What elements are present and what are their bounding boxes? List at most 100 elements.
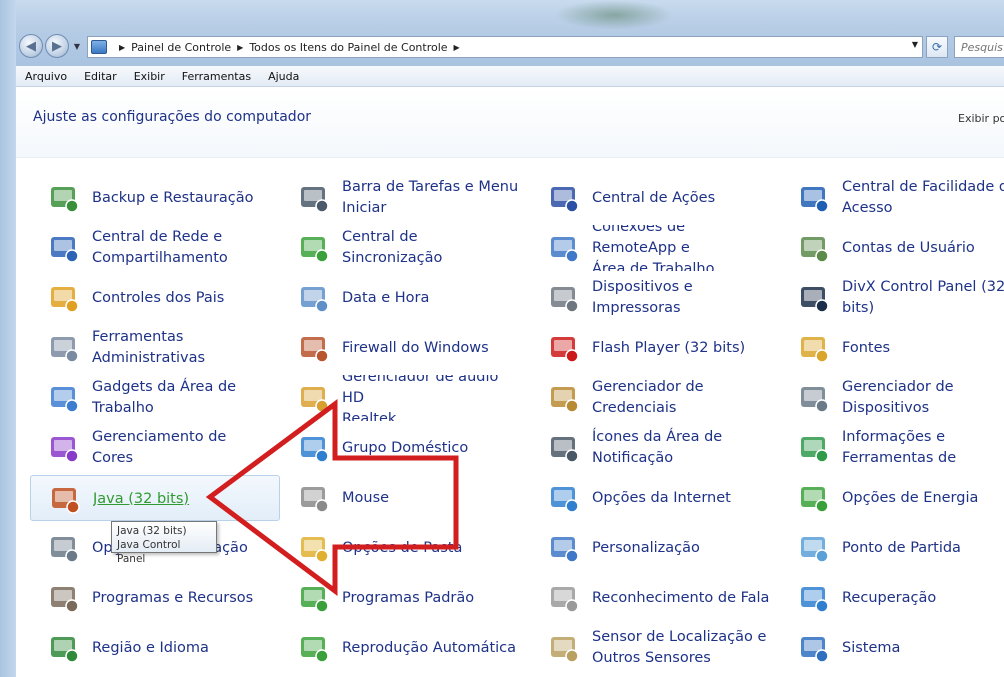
tooltip-description: Java Control Panel bbox=[117, 539, 181, 565]
chevron-right-icon[interactable]: ▶ bbox=[237, 43, 243, 52]
back-button[interactable]: ◀ bbox=[19, 34, 43, 58]
cp-item-default-programs[interactable]: Programas Padrão bbox=[280, 575, 530, 621]
cp-item-parental-controls[interactable]: Controles dos Pais bbox=[30, 275, 280, 321]
arrow-right-icon: ▶ bbox=[52, 38, 62, 54]
menu-arquivo[interactable]: Arquivo bbox=[16, 70, 75, 83]
breadcrumb-control-panel[interactable]: Painel de Controle bbox=[131, 41, 231, 54]
cp-item-label: Ícones da Área de Notificação bbox=[592, 425, 772, 471]
cp-item-gadgets[interactable]: Gadgets da Área de Trabalho bbox=[30, 375, 280, 421]
cp-item-date-time[interactable]: Data e Hora bbox=[280, 275, 530, 321]
cp-item-label: Controles dos Pais bbox=[92, 275, 272, 321]
cp-item-label-line: Trabalho bbox=[92, 400, 154, 416]
cp-item-label-line: Região e Idioma bbox=[92, 639, 209, 656]
menu-exibir[interactable]: Exibir bbox=[125, 70, 173, 83]
address-dropdown-icon[interactable]: ▼ bbox=[912, 40, 918, 49]
programs-icon bbox=[48, 582, 80, 614]
cp-item-folder-options[interactable]: Opções de Pasta bbox=[280, 525, 530, 571]
refresh-button[interactable]: ⟳ bbox=[926, 36, 948, 58]
cp-item-speech[interactable]: Reconhecimento de Fala bbox=[530, 575, 780, 621]
window-frame-left bbox=[0, 0, 16, 677]
cp-item-label: Reprodução Automática bbox=[342, 625, 522, 671]
speech-icon bbox=[548, 582, 580, 614]
cp-item-fonts[interactable]: Fontes bbox=[780, 325, 1004, 371]
cp-item-label-line: Programas e Recursos bbox=[92, 589, 254, 606]
cp-item-java[interactable]: Java (32 bits) bbox=[30, 475, 280, 521]
cp-item-recovery[interactable]: Recuperação bbox=[780, 575, 1004, 621]
cp-item-firewall[interactable]: Firewall do Windows bbox=[280, 325, 530, 371]
breadcrumb-all-items[interactable]: Todos os Itens do Painel de Controle bbox=[249, 41, 447, 54]
cp-item-label: Data e Hora bbox=[342, 275, 522, 321]
cp-item-label-line: DivX Control Panel (32 bbox=[842, 279, 1004, 295]
cp-item-label-line: Contas de Usuário bbox=[842, 239, 975, 256]
cp-item-label: Opções da Internet bbox=[592, 475, 772, 521]
cp-item-internet-options[interactable]: Opções da Internet bbox=[530, 475, 780, 521]
cp-item-programs[interactable]: Programas e Recursos bbox=[30, 575, 280, 621]
cp-item-label: Programas e Recursos bbox=[92, 575, 272, 621]
view-by-link[interactable]: Exibir po bbox=[958, 112, 1004, 125]
cp-item-label-line: Mouse bbox=[342, 489, 390, 506]
cp-item-label: Java (32 bits) bbox=[93, 476, 273, 522]
cp-item-sensors[interactable]: Sensor de Localização e Outros Sensores bbox=[530, 625, 780, 671]
system-icon bbox=[798, 632, 830, 664]
chevron-right-icon[interactable]: ▶ bbox=[119, 43, 125, 52]
cp-item-action-center-flag[interactable]: Central de Ações bbox=[530, 175, 780, 221]
cp-item-label-line: Ponto de Partida bbox=[842, 539, 961, 556]
cp-item-notification-icons[interactable]: Ícones da Área de Notificação bbox=[530, 425, 780, 471]
region-icon bbox=[48, 632, 80, 664]
cp-item-label-line: Reprodução Automática bbox=[342, 639, 517, 656]
cp-item-color-management[interactable]: Gerenciamento de Cores bbox=[30, 425, 280, 471]
cp-item-taskbar[interactable]: Barra de Tarefas e Menu Iniciar bbox=[280, 175, 530, 221]
folder-options-icon bbox=[298, 532, 330, 564]
cp-item-admin-tools[interactable]: Ferramentas Administrativas bbox=[30, 325, 280, 371]
cp-item-label: Opções de Energia bbox=[842, 475, 1004, 521]
cp-item-printer[interactable]: Dispositivos e Impressoras bbox=[530, 275, 780, 321]
cp-item-label-line: Gerenciador de bbox=[842, 379, 954, 395]
cp-item-label: Personalização bbox=[592, 525, 772, 571]
credentials-icon bbox=[548, 382, 580, 414]
color-management-icon bbox=[48, 432, 80, 464]
cp-item-ease-of-access[interactable]: Central de Facilidade de Acesso bbox=[780, 175, 1004, 221]
cp-item-homegroup[interactable]: Grupo Doméstico bbox=[280, 425, 530, 471]
cp-item-power-options[interactable]: Opções de Energia bbox=[780, 475, 1004, 521]
cp-item-system[interactable]: Sistema bbox=[780, 625, 1004, 671]
cp-item-label: Sistema bbox=[842, 625, 1004, 671]
cp-item-personalization[interactable]: Personalização bbox=[530, 525, 780, 571]
chevron-right-icon[interactable]: ▶ bbox=[454, 43, 460, 52]
cp-item-divx[interactable]: DivX Control Panel (32 bits) bbox=[780, 275, 1004, 321]
cp-item-credentials[interactable]: Gerenciador de Credenciais bbox=[530, 375, 780, 421]
cp-item-label-line: Acesso bbox=[842, 200, 893, 216]
control-panel-icon bbox=[91, 40, 107, 54]
cp-item-device-manager[interactable]: Gerenciador de Dispositivos bbox=[780, 375, 1004, 421]
cp-item-audio[interactable]: Gerenciador de áudio HD Realtek bbox=[280, 375, 530, 421]
cp-item-sync[interactable]: Central de Sincronização bbox=[280, 225, 530, 271]
notification-icons-icon bbox=[548, 432, 580, 464]
default-programs-icon bbox=[298, 582, 330, 614]
gadgets-icon bbox=[48, 382, 80, 414]
cp-item-label: Recuperação bbox=[842, 575, 1004, 621]
menu-ajuda[interactable]: Ajuda bbox=[259, 70, 307, 83]
audio-icon bbox=[298, 382, 330, 414]
taskbar-icon bbox=[298, 182, 330, 214]
cp-item-label: Opções de Pasta bbox=[342, 525, 522, 571]
cp-item-getting-started[interactable]: Ponto de Partida bbox=[780, 525, 1004, 571]
cp-item-label-line: Sensor de Localização e bbox=[592, 629, 767, 645]
cp-item-remoteapp[interactable]: Conexões de RemoteApp e Área de Trabalho bbox=[530, 225, 780, 271]
cp-item-flash[interactable]: Flash Player (32 bits) bbox=[530, 325, 780, 371]
cp-item-user-accounts[interactable]: Contas de Usuário bbox=[780, 225, 1004, 271]
network-icon bbox=[48, 232, 80, 264]
cp-item-performance[interactable]: Informações e Ferramentas de bbox=[780, 425, 1004, 471]
cp-item-backup[interactable]: Backup e Restauração bbox=[30, 175, 280, 221]
cp-item-network[interactable]: Central de Rede e Compartilhamento bbox=[30, 225, 280, 271]
cp-item-label-line: Informações e bbox=[842, 429, 946, 445]
menu-editar[interactable]: Editar bbox=[75, 70, 125, 83]
cp-item-label-line: Notificação bbox=[592, 450, 674, 466]
address-bar[interactable]: ▶ Painel de Controle ▶ Todos os Itens do… bbox=[87, 36, 923, 58]
cp-item-mouse[interactable]: Mouse bbox=[280, 475, 530, 521]
forward-button[interactable]: ▶ bbox=[45, 34, 69, 58]
cp-item-label-line: Opções da Internet bbox=[592, 489, 731, 506]
menu-ferramentas[interactable]: Ferramentas bbox=[173, 70, 259, 83]
cp-item-region[interactable]: Região e Idioma bbox=[30, 625, 280, 671]
search-input[interactable] bbox=[954, 36, 1004, 58]
cp-item-autoplay[interactable]: Reprodução Automática bbox=[280, 625, 530, 671]
recent-pages-dropdown[interactable]: ▼ bbox=[72, 40, 82, 52]
